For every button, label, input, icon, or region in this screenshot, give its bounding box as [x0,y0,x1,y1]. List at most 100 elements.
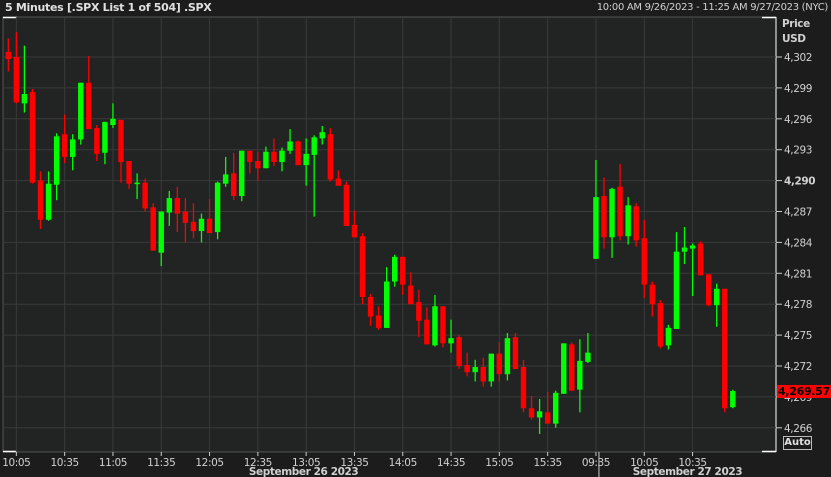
candle-down[interactable] [722,288,728,409]
candle-up[interactable] [472,367,478,373]
candle-up[interactable] [488,353,494,382]
candle-up[interactable] [448,338,454,344]
candle-up[interactable] [311,137,317,155]
candle-down[interactable] [440,306,446,344]
candle-down[interactable] [327,134,333,180]
candle-down[interactable] [255,161,261,169]
candle-down[interactable] [416,302,422,321]
candle-up[interactable] [110,118,116,125]
candle-up[interactable] [609,188,615,238]
candle-up[interactable] [45,183,52,220]
candle-down[interactable] [520,367,527,409]
candle-down[interactable] [86,82,92,130]
candle-down[interactable] [649,284,655,305]
candle-down[interactable] [601,196,607,238]
candle-down[interactable] [569,344,575,391]
candle-up[interactable] [166,198,172,213]
candle-up[interactable] [287,141,293,151]
candle-down[interactable] [375,315,382,328]
candle-up[interactable] [214,182,221,233]
candle-down[interactable] [37,180,44,220]
candle-up[interactable] [689,245,696,249]
candle-down[interactable] [351,224,358,238]
candle-up[interactable] [432,306,438,346]
candle-down[interactable] [13,57,20,103]
candle-down[interactable] [480,367,486,382]
candle-down[interactable] [61,134,68,157]
candle-down[interactable] [544,412,551,424]
candle-down[interactable] [367,296,374,317]
candle-up[interactable] [714,288,720,306]
candle-up[interactable] [383,281,390,328]
candle-up[interactable] [392,256,398,282]
candle-down[interactable] [633,206,639,241]
candle-down[interactable] [182,211,189,223]
candle-up[interactable] [673,251,680,329]
candle-up[interactable] [625,205,631,237]
candle-down[interactable] [174,198,181,214]
candle-down[interactable] [150,207,156,251]
candle-down[interactable] [705,274,712,306]
candle-up[interactable] [665,327,672,346]
candle-down[interactable] [528,408,535,418]
candle-up[interactable] [504,338,511,375]
candle-up[interactable] [553,392,559,424]
candle-up[interactable] [222,174,229,184]
y-tick-label: 4,302 [784,52,812,64]
candle-down[interactable] [335,178,342,186]
candlestick-chart[interactable]: 4,302 4,299 4,296 4,293 4,290 4,287 4,284 4,281… [0,0,831,477]
candle-down[interactable] [142,182,148,209]
candle-down[interactable] [118,119,124,163]
candle-up[interactable] [561,343,567,394]
candle-down[interactable] [496,353,503,375]
candle-down[interactable] [271,151,277,163]
candle-down[interactable] [94,128,100,154]
candle-up[interactable] [198,218,205,232]
candle-up[interactable] [134,182,140,185]
candle-up[interactable] [319,132,325,139]
auto-scale-button[interactable]: Auto [783,436,812,450]
candle-down[interactable] [29,92,36,183]
plot-area [2,16,777,453]
candle-down[interactable] [697,243,704,276]
candle-up[interactable] [239,150,245,197]
y-tick-label: 4,293 [784,145,812,157]
candle-down[interactable] [190,221,197,232]
candle-up[interactable] [577,360,583,390]
candle-down[interactable] [408,285,414,305]
candle-down[interactable] [657,303,664,347]
candle-down[interactable] [206,218,213,234]
candle-up[interactable] [279,150,285,163]
candle-up[interactable] [70,139,76,157]
candle-down[interactable] [343,184,350,226]
candle-down[interactable] [359,236,366,297]
candle-down[interactable] [424,319,430,345]
candle-down[interactable] [126,161,132,184]
candle-down[interactable] [464,364,470,373]
candle-up[interactable] [593,197,599,259]
candle-up[interactable] [102,121,108,153]
y-axis-label-currency: USD [782,33,806,45]
candle-down[interactable] [456,337,462,366]
candle-down[interactable] [295,141,301,166]
candle-up[interactable] [78,82,84,140]
candle-down[interactable] [617,186,623,237]
candle-down[interactable] [247,150,253,163]
candle-up[interactable] [681,247,688,252]
candle-up[interactable] [536,411,543,418]
y-tick-label: 4,284 [784,237,813,249]
y-tick-label: 4,275 [784,330,812,342]
candle-down[interactable] [400,256,406,285]
candle-up[interactable] [53,136,60,185]
candle-up[interactable] [585,352,591,362]
candle-up[interactable] [303,153,309,166]
candle-down[interactable] [641,238,647,285]
candle-down[interactable] [5,51,11,60]
candle-up[interactable] [21,94,28,104]
candle-down[interactable] [231,173,237,197]
candle-up[interactable] [730,391,736,408]
candle-down[interactable] [512,337,519,370]
candle-up[interactable] [158,211,164,253]
candle-up[interactable] [263,151,269,169]
x-tick-label: 09:35 [582,457,610,469]
